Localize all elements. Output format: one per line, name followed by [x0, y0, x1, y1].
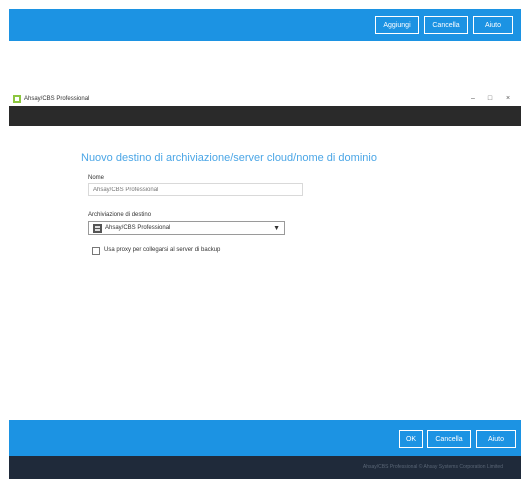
- maximize-icon[interactable]: □: [484, 93, 496, 104]
- name-label: Nome: [88, 175, 105, 181]
- header-band: [9, 106, 521, 126]
- app-icon: [13, 95, 21, 103]
- use-proxy-checkbox[interactable]: [92, 247, 100, 255]
- bottom-toolbar: OK Cancella Aiuto: [9, 420, 521, 456]
- window-title: Ahsay/CBS Professional: [24, 96, 90, 102]
- use-proxy-label: Usa proxy per collegarsi al server di ba…: [104, 247, 221, 253]
- help-button[interactable]: Aiuto: [476, 430, 516, 448]
- name-input[interactable]: [88, 183, 303, 196]
- window-titlebar: Ahsay/CBS Professional – □ ×: [9, 92, 521, 107]
- cancel-button[interactable]: Cancella: [424, 16, 468, 34]
- server-icon: [93, 224, 102, 233]
- ok-button[interactable]: OK: [399, 430, 423, 448]
- destination-type-select[interactable]: Ahsay/CBS Professional ▼: [88, 221, 285, 235]
- add-button[interactable]: Aggiungi: [375, 16, 419, 34]
- top-toolbar: Aggiungi Cancella Aiuto: [9, 9, 521, 41]
- destination-type-value: Ahsay/CBS Professional: [105, 225, 171, 231]
- footer-text: Ahsay/CBS Professional © Ahsay Systems C…: [362, 464, 503, 470]
- minimize-icon[interactable]: –: [467, 93, 479, 104]
- help-button[interactable]: Aiuto: [473, 16, 513, 34]
- page-title: Nuovo destino di archiviazione/server cl…: [81, 152, 377, 164]
- destination-type-label: Archiviazione di destino: [88, 212, 152, 218]
- close-icon[interactable]: ×: [502, 93, 514, 104]
- app-window: Ahsay/CBS Professional – □ × Nuovo desti…: [9, 92, 521, 479]
- chevron-down-icon: ▼: [273, 225, 280, 232]
- cancel-button[interactable]: Cancella: [427, 430, 471, 448]
- footer: Ahsay/CBS Professional © Ahsay Systems C…: [9, 456, 521, 479]
